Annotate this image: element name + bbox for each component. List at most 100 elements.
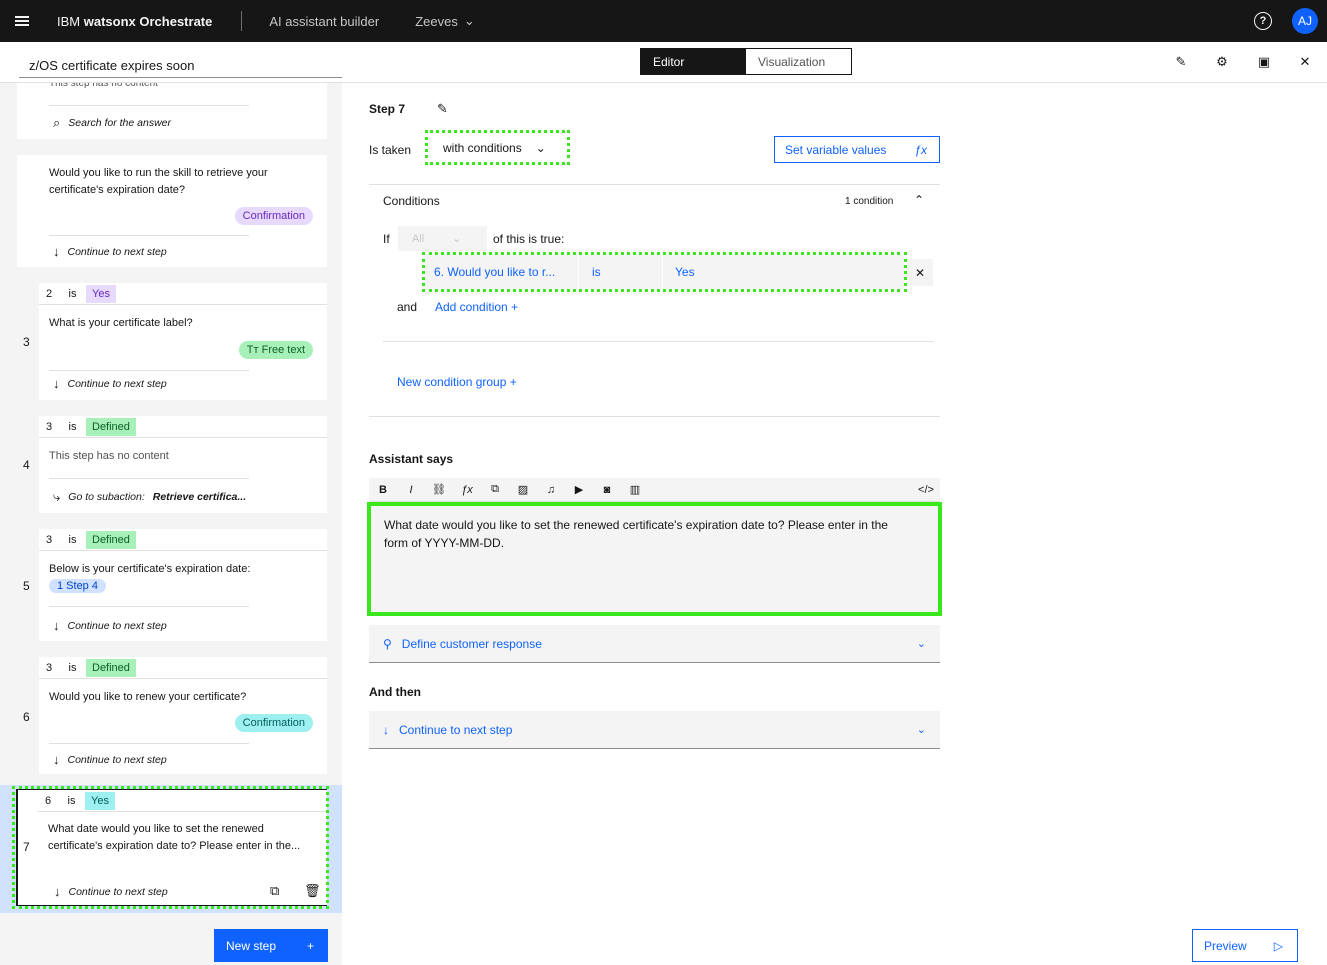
menu-icon[interactable] [0,0,44,42]
bold-icon[interactable]: B [369,484,397,496]
close-icon[interactable]: ✕ [1297,54,1313,70]
top-bar: IBM watsonx Orchestrate AI assistant bui… [0,0,1327,42]
audio-icon[interactable]: ♫ [537,484,565,496]
set-variable-values-button[interactable]: Set variable values ƒx [774,136,940,163]
action-title-input[interactable]: z/OS certificate expires soon [19,54,342,78]
conditions-count: 1 condition [845,196,894,207]
chevron-down-icon: ⌄ [916,724,926,736]
step-text: Would you like to run the skill to retri… [49,167,268,196]
help-icon[interactable]: ? [1254,12,1272,30]
step-next: ↓ Continue to next step [53,618,167,633]
arrow-down-icon: ↓ [383,722,389,737]
step-card-6[interactable]: 3 is Defined Would you like to renew your … [39,657,327,774]
conditions-label: Conditions [383,194,440,208]
divider [369,184,940,185]
italic-icon[interactable]: I [397,484,425,496]
step-next: ↓ Continue to next step [53,376,167,391]
editor-toolbar: B I ⛓ ƒx ⧉ ▨ ♫ ▶ ◙ ▥ </> [369,478,940,502]
assistant-says-label: Assistant says [369,452,454,466]
variable-icon[interactable]: ⧉ [481,483,509,496]
divider [49,743,249,744]
divider [49,478,249,479]
brand[interactable]: IBM watsonx Orchestrate [57,14,212,29]
step-card-3[interactable]: 2 is Yes What is your certificate label? T… [39,283,327,400]
all-select[interactable]: All ⌄ [398,226,487,251]
link-icon[interactable]: ⛓ [425,483,453,496]
workspace-selector[interactable]: Zeeves ⌄ [415,13,475,29]
arrow-down-icon: ↓ [53,376,60,391]
video-icon[interactable]: ▶ [565,483,593,496]
condition-field[interactable]: 6. Would you like to r... [434,265,555,279]
condition-row: 6. Would you like to r... is Yes [422,252,907,292]
tab-editor[interactable]: Editor [641,49,746,74]
step-next: ↓ Continue to next step [53,244,167,259]
step-card-5[interactable]: 3 is Defined Below is your certificate's e… [39,529,327,641]
condition-operator[interactable]: is [592,265,601,279]
plus-icon: + [511,300,519,314]
chevron-up-icon[interactable]: ⌃ [914,193,924,207]
chevron-down-icon: ⌄ [463,13,475,28]
step-card-1[interactable]: This step has no content ⌕ Search for the… [17,83,327,139]
step-number: 5 [23,579,30,593]
new-step-button[interactable]: New step + [214,929,328,962]
edit-icon[interactable]: ✎ [1173,54,1189,70]
step-card-2[interactable]: Would you like to run the skill to retri… [17,155,327,267]
search-icon: ⌕ [53,115,61,130]
chevron-down-icon: ⌄ [452,233,462,245]
selection-outline [12,786,329,909]
function-icon: ƒx [914,142,927,157]
step-title: Step 7 [369,102,406,116]
divider [49,606,249,607]
step-text: This step has no content [49,450,169,462]
remove-condition-icon[interactable]: ✕ [907,259,933,286]
step-text: What is your certificate label? [49,317,193,329]
code-icon[interactable]: </> [912,484,940,496]
step-condition: 3 is Defined [39,416,327,438]
add-condition-button[interactable]: Add condition + [435,300,518,314]
step-number: 3 [23,335,30,349]
divider [241,11,243,31]
response-type-pill: Confirmation [234,207,313,225]
and-then-dropdown[interactable]: ↓ Continue to next step ⌄ [369,711,940,749]
arrow-down-icon: ↓ [53,752,60,767]
avatar[interactable]: AJ [1292,8,1318,34]
divider [49,105,249,106]
iframe-icon[interactable]: ◙ [593,484,621,496]
step-number: 6 [23,710,30,724]
new-condition-group-button[interactable]: New condition group + [397,375,517,389]
text-icon: Tт [246,344,262,356]
tab-visualization[interactable]: Visualization [746,49,851,74]
variable-chip[interactable]: 1 Step 4 [49,579,106,593]
condition-value[interactable]: Yes [675,265,695,279]
image-icon[interactable]: ▨ [509,483,537,496]
of-this-label: of this is true: [493,232,565,246]
plus-icon: + [509,375,517,389]
step-next: ↓ Continue to next step [53,752,167,767]
edit-step-icon[interactable]: ✎ [437,101,448,117]
preview-button[interactable]: Preview ▷ [1192,929,1298,962]
divider [369,416,940,417]
is-taken-dropdown[interactable]: with conditions ⌄ [425,130,570,165]
divider [578,255,579,289]
step-text: Below is your certificate's expiration d… [49,563,251,575]
chevron-down-icon: ⌄ [535,140,546,155]
assistant-message-editor[interactable]: What date would you like to set the rene… [367,502,942,616]
step-text: This step has no content [49,83,158,89]
define-customer-response[interactable]: ⚲ Define customer response ⌄ [369,625,940,663]
settings-icon[interactable]: ⚙ [1214,54,1230,70]
view-switcher: Editor Visualization [640,48,852,75]
steps-sidebar[interactable]: 1 This step has no content ⌕Search for t… [0,83,342,965]
is-taken-label: Is taken [369,143,412,157]
divider [49,370,249,371]
section-name[interactable]: AI assistant builder [269,14,379,29]
columns-icon[interactable]: ▥ [621,483,649,496]
if-label: If [383,232,390,246]
function-icon[interactable]: ƒx [453,484,481,496]
response-type-pill: Tт Free text [238,341,313,359]
response-type-pill: Confirmation [234,714,313,732]
step-card-4[interactable]: 3 is Defined This step has no content ⤷ Go … [39,416,327,513]
divider [383,341,933,342]
step-condition: 3 is Defined [39,529,327,551]
save-icon[interactable]: ▣ [1256,54,1272,70]
subaction-icon: ⤷ [53,489,61,504]
